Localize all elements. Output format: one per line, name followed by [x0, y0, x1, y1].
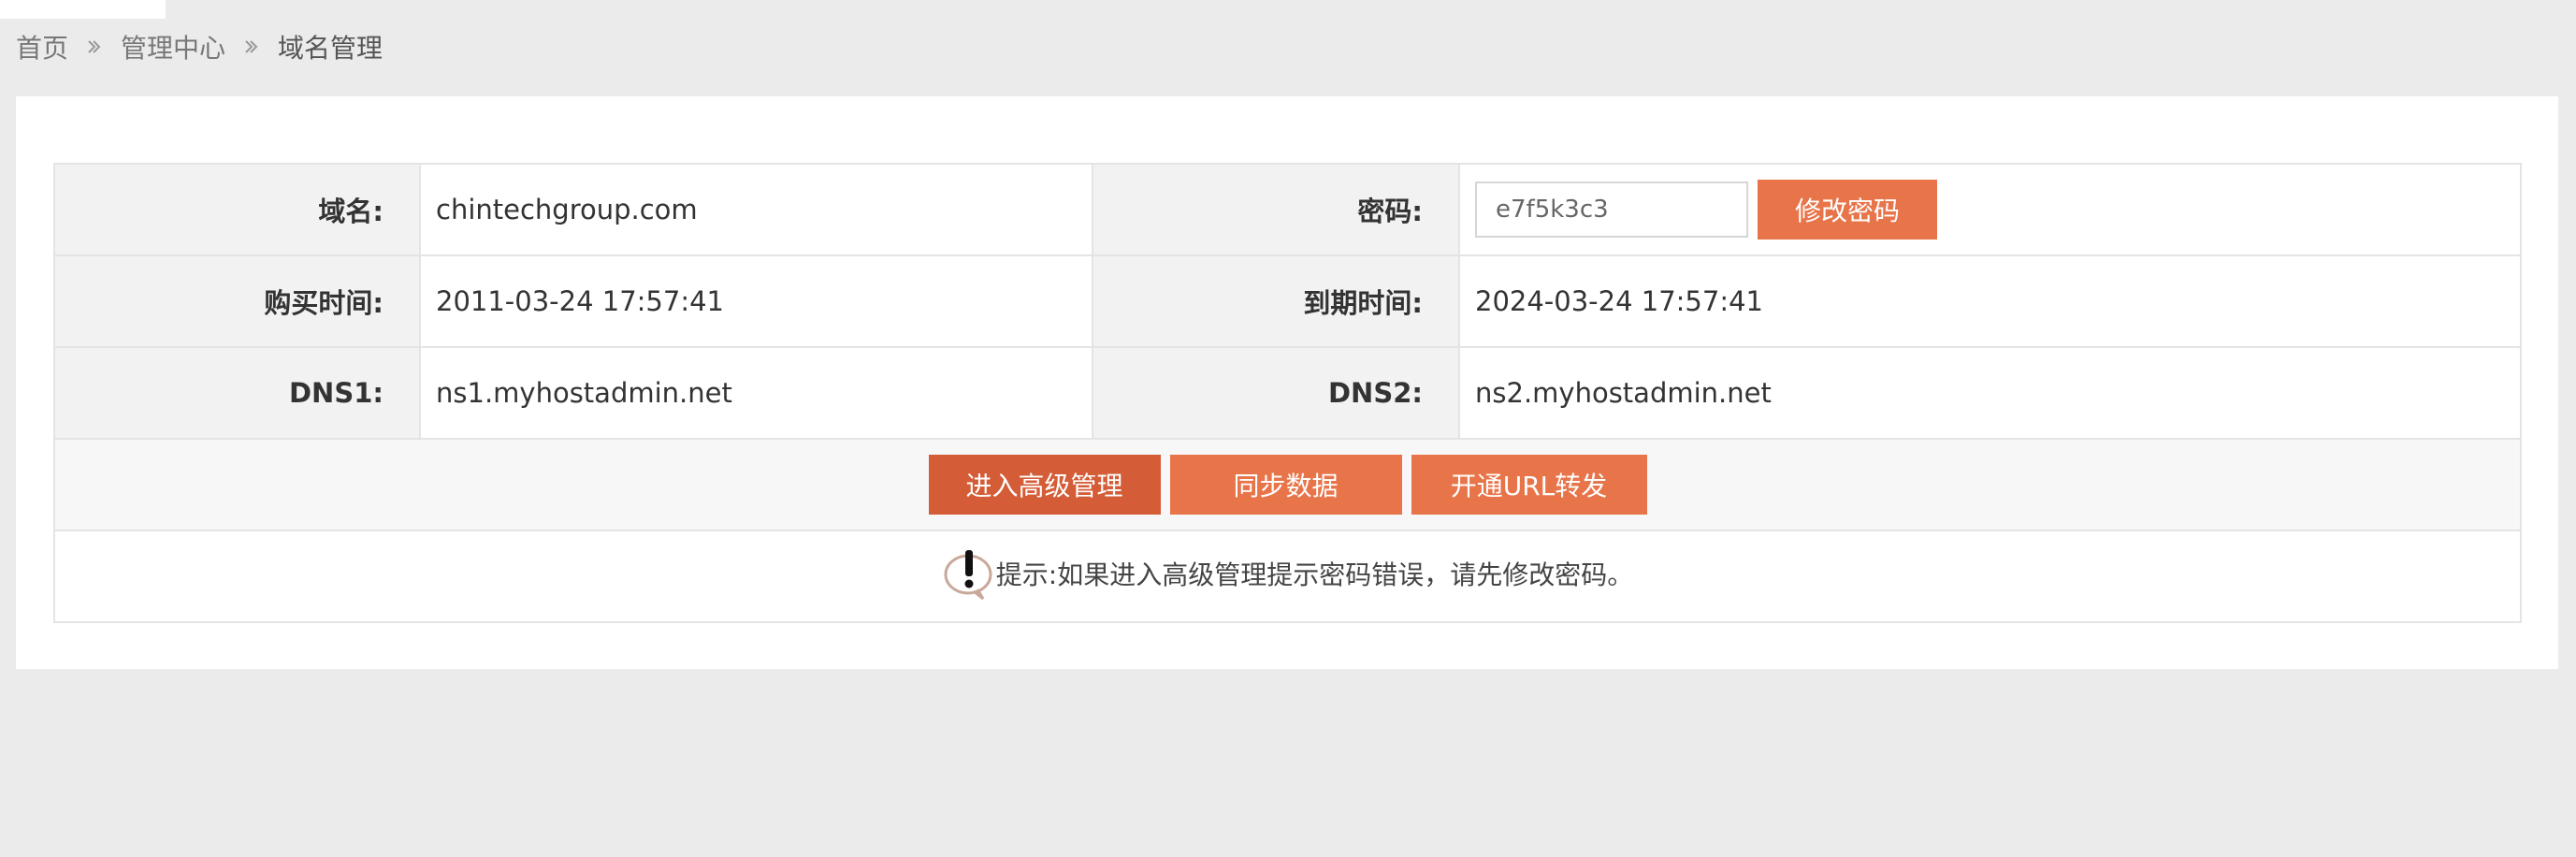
password-label: 密码: — [1092, 163, 1460, 256]
dns1-label: DNS1: — [53, 346, 421, 440]
breadcrumb-manage-center-link[interactable]: 管理中心 — [121, 28, 225, 65]
action-buttons: 进入高级管理 同步数据 开通URL转发 — [55, 455, 2520, 515]
table-row: 域名: chintechgroup.com 密码: 修改密码 — [53, 163, 2522, 256]
url-forward-button[interactable]: 开通URL转发 — [1411, 455, 1647, 515]
double-chevron-right-icon — [244, 39, 259, 54]
table-row: DNS1: ns1.myhostadmin.net DNS2: ns2.myho… — [53, 346, 2522, 440]
sync-data-button[interactable]: 同步数据 — [1169, 455, 1402, 515]
domain-info-panel: 域名: chintechgroup.com 密码: 修改密码 购买时间: 201… — [16, 96, 2558, 669]
purchase-time-label: 购买时间: — [53, 254, 421, 348]
change-password-button[interactable]: 修改密码 — [1758, 180, 1937, 240]
domain-value: chintechgroup.com — [419, 163, 1093, 256]
password-cell: 修改密码 — [1458, 163, 2522, 256]
actions-cell: 进入高级管理 同步数据 开通URL转发 — [53, 438, 2522, 531]
domain-label: 域名: — [53, 163, 421, 256]
double-chevron-right-icon — [87, 39, 102, 54]
top-strip — [0, 0, 166, 19]
expire-time-label: 到期时间: — [1092, 254, 1460, 348]
tip-cell: 提示:如果进入高级管理提示密码错误，请先修改密码。 — [53, 530, 2522, 623]
domain-info-table: 域名: chintechgroup.com 密码: 修改密码 购买时间: 201… — [53, 163, 2522, 623]
dns2-value: ns2.myhostadmin.net — [1458, 346, 2522, 440]
password-controls: 修改密码 — [1475, 180, 2520, 240]
tip: 提示:如果进入高级管理提示密码错误，请先修改密码。 — [942, 546, 1633, 601]
advanced-manage-button[interactable]: 进入高级管理 — [928, 455, 1161, 515]
tip-row: 提示:如果进入高级管理提示密码错误，请先修改密码。 — [53, 530, 2522, 623]
dns2-label: DNS2: — [1092, 346, 1460, 440]
breadcrumb: 首页 管理中心 域名管理 — [16, 28, 383, 65]
password-input[interactable] — [1475, 182, 1748, 238]
breadcrumb-home-link[interactable]: 首页 — [16, 28, 68, 65]
dns1-value: ns1.myhostadmin.net — [419, 346, 1093, 440]
breadcrumb-current-page: 域名管理 — [278, 33, 384, 64]
actions-row: 进入高级管理 同步数据 开通URL转发 — [53, 438, 2522, 531]
purchase-time-value: 2011-03-24 17:57:41 — [419, 254, 1093, 348]
expire-time-value: 2024-03-24 17:57:41 — [1458, 254, 2522, 348]
tip-text: 提示:如果进入高级管理提示密码错误，请先修改密码。 — [995, 559, 1634, 590]
table-row: 购买时间: 2011-03-24 17:57:41 到期时间: 2024-03-… — [53, 254, 2522, 348]
exclamation-bubble-icon — [942, 546, 996, 601]
